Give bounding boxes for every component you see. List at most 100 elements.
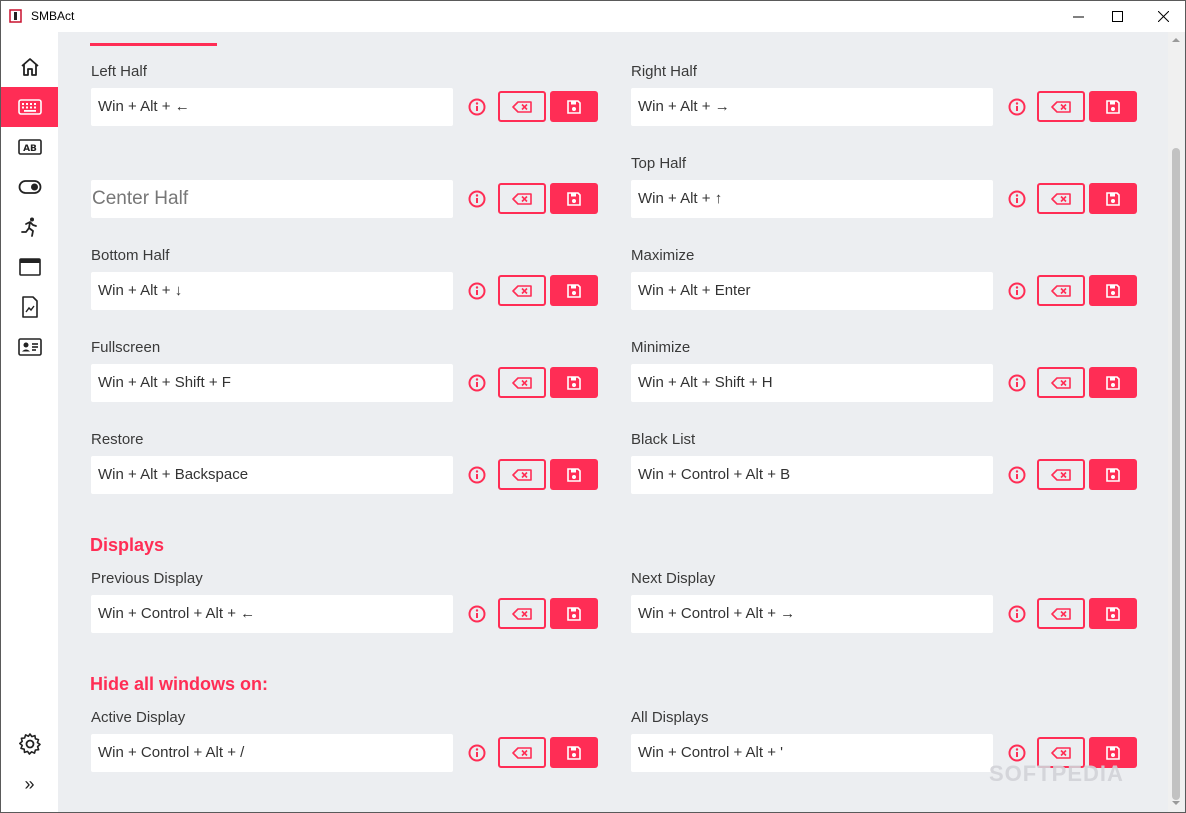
backspace-icon <box>1051 468 1071 481</box>
restore-input[interactable]: Win + Alt + Backspace <box>91 456 453 494</box>
all-displays-label: All Displays <box>631 709 709 726</box>
save-icon <box>567 191 581 206</box>
info-icon <box>468 190 486 208</box>
scroll-thumb[interactable] <box>1172 148 1180 800</box>
info-icon <box>468 466 486 484</box>
scroll-up-icon <box>1172 38 1180 42</box>
fullscreen-info-button[interactable] <box>467 373 487 393</box>
next-display-save-button[interactable] <box>1089 598 1137 629</box>
minimize-info-button[interactable] <box>1007 373 1027 393</box>
maximize-icon <box>1111 11 1123 22</box>
right-half-info-button[interactable] <box>1007 97 1027 117</box>
close-window-button[interactable] <box>1140 1 1185 32</box>
minimize-clear-button[interactable] <box>1037 367 1085 398</box>
close-icon <box>1157 11 1169 22</box>
previous-display-info-button[interactable] <box>467 604 487 624</box>
info-icon <box>1008 605 1026 623</box>
black-list-label: Black List <box>631 431 696 448</box>
right-half-save-button[interactable] <box>1089 91 1137 122</box>
info-icon <box>1008 374 1026 392</box>
active-display-info-button[interactable] <box>467 743 487 763</box>
save-icon <box>567 745 581 760</box>
all-displays-input[interactable]: Win + Control + Alt + ' <box>631 734 993 772</box>
document-icon <box>21 296 38 318</box>
sidebar-item-window[interactable] <box>1 247 58 287</box>
black-list-input[interactable]: Win + Control + Alt + B <box>631 456 993 494</box>
fullscreen-clear-button[interactable] <box>498 367 546 398</box>
right-half-clear-button[interactable] <box>1037 91 1085 122</box>
left-half-save-button[interactable] <box>550 91 598 122</box>
sidebar-item-home[interactable] <box>1 47 58 87</box>
black-list-clear-button[interactable] <box>1037 459 1085 490</box>
svg-text:AB: AB <box>23 144 37 154</box>
expand-icon: » <box>24 773 35 794</box>
previous-display-clear-button[interactable] <box>498 598 546 629</box>
top-half-input[interactable]: Win + Alt + ↑ <box>631 180 993 218</box>
previous-display-input[interactable]: Win + Control + Alt + ← <box>91 595 453 633</box>
top-half-info-button[interactable] <box>1007 189 1027 209</box>
active-display-save-button[interactable] <box>550 737 598 768</box>
bottom-half-clear-button[interactable] <box>498 275 546 306</box>
fullscreen-save-button[interactable] <box>550 367 598 398</box>
info-icon <box>1008 190 1026 208</box>
scroll-down-icon <box>1172 801 1180 805</box>
top-half-clear-button[interactable] <box>1037 183 1085 214</box>
maximize-clear-button[interactable] <box>1037 275 1085 306</box>
sidebar-item-settings[interactable] <box>1 724 58 764</box>
maximize-input[interactable]: Win + Alt + Enter <box>631 272 993 310</box>
sidebar-expand-button[interactable]: » <box>1 764 58 804</box>
previous-display-label: Previous Display <box>91 570 203 587</box>
center-half-input[interactable]: Center Half <box>91 180 453 218</box>
info-icon <box>1008 282 1026 300</box>
bottom-half-input[interactable]: Win + Alt + ↓ <box>91 272 453 310</box>
restore-info-button[interactable] <box>467 465 487 485</box>
info-icon <box>1008 98 1026 116</box>
active-display-clear-button[interactable] <box>498 737 546 768</box>
bottom-half-info-button[interactable] <box>467 281 487 301</box>
sidebar-item-document[interactable] <box>1 287 58 327</box>
black-list-info-button[interactable] <box>1007 465 1027 485</box>
maximize-label: Maximize <box>631 247 695 264</box>
window-title: SMBAct <box>31 9 75 23</box>
center-half-info-button[interactable] <box>467 189 487 209</box>
info-icon <box>1008 466 1026 484</box>
all-displays-info-button[interactable] <box>1007 743 1027 763</box>
fullscreen-input[interactable]: Win + Alt + Shift + F <box>91 364 453 402</box>
left-half-clear-button[interactable] <box>498 91 546 122</box>
black-list-save-button[interactable] <box>1089 459 1137 490</box>
save-icon <box>1106 99 1120 114</box>
previous-display-save-button[interactable] <box>550 598 598 629</box>
vertical-scrollbar[interactable] <box>1168 32 1184 812</box>
top-half-save-button[interactable] <box>1089 183 1137 214</box>
save-icon <box>567 99 581 114</box>
sidebar-item-contact[interactable] <box>1 327 58 367</box>
backspace-icon <box>1051 284 1071 297</box>
maximize-save-button[interactable] <box>1089 275 1137 306</box>
sidebar-item-shortcuts[interactable] <box>1 87 58 127</box>
maximize-info-button[interactable] <box>1007 281 1027 301</box>
sidebar-item-runner[interactable] <box>1 207 58 247</box>
contact-card-icon <box>17 338 42 356</box>
next-display-input[interactable]: Win + Control + Alt + → <box>631 595 993 633</box>
keyboard-icon <box>17 99 42 115</box>
next-display-clear-button[interactable] <box>1037 598 1085 629</box>
active-display-input[interactable]: Win + Control + Alt + / <box>91 734 453 772</box>
restore-save-button[interactable] <box>550 459 598 490</box>
left-half-info-button[interactable] <box>467 97 487 117</box>
right-half-input[interactable]: Win + Alt + → <box>631 88 993 126</box>
displays-section-title: Displays <box>90 535 165 555</box>
center-half-clear-button[interactable] <box>498 183 546 214</box>
minimize-save-button[interactable] <box>1089 367 1137 398</box>
sidebar-item-ab[interactable]: AB <box>1 127 58 167</box>
center-half-save-button[interactable] <box>550 183 598 214</box>
bottom-half-save-button[interactable] <box>550 275 598 306</box>
maximize-window-button[interactable] <box>1094 1 1140 32</box>
save-icon <box>567 467 581 482</box>
restore-clear-button[interactable] <box>498 459 546 490</box>
next-display-info-button[interactable] <box>1007 604 1027 624</box>
backspace-icon <box>512 192 532 205</box>
minimize-input[interactable]: Win + Alt + Shift + H <box>631 364 993 402</box>
fullscreen-label: Fullscreen <box>91 339 161 356</box>
left-half-input[interactable]: Win + Alt + ← <box>91 88 453 126</box>
sidebar-item-toggle[interactable] <box>1 167 58 207</box>
